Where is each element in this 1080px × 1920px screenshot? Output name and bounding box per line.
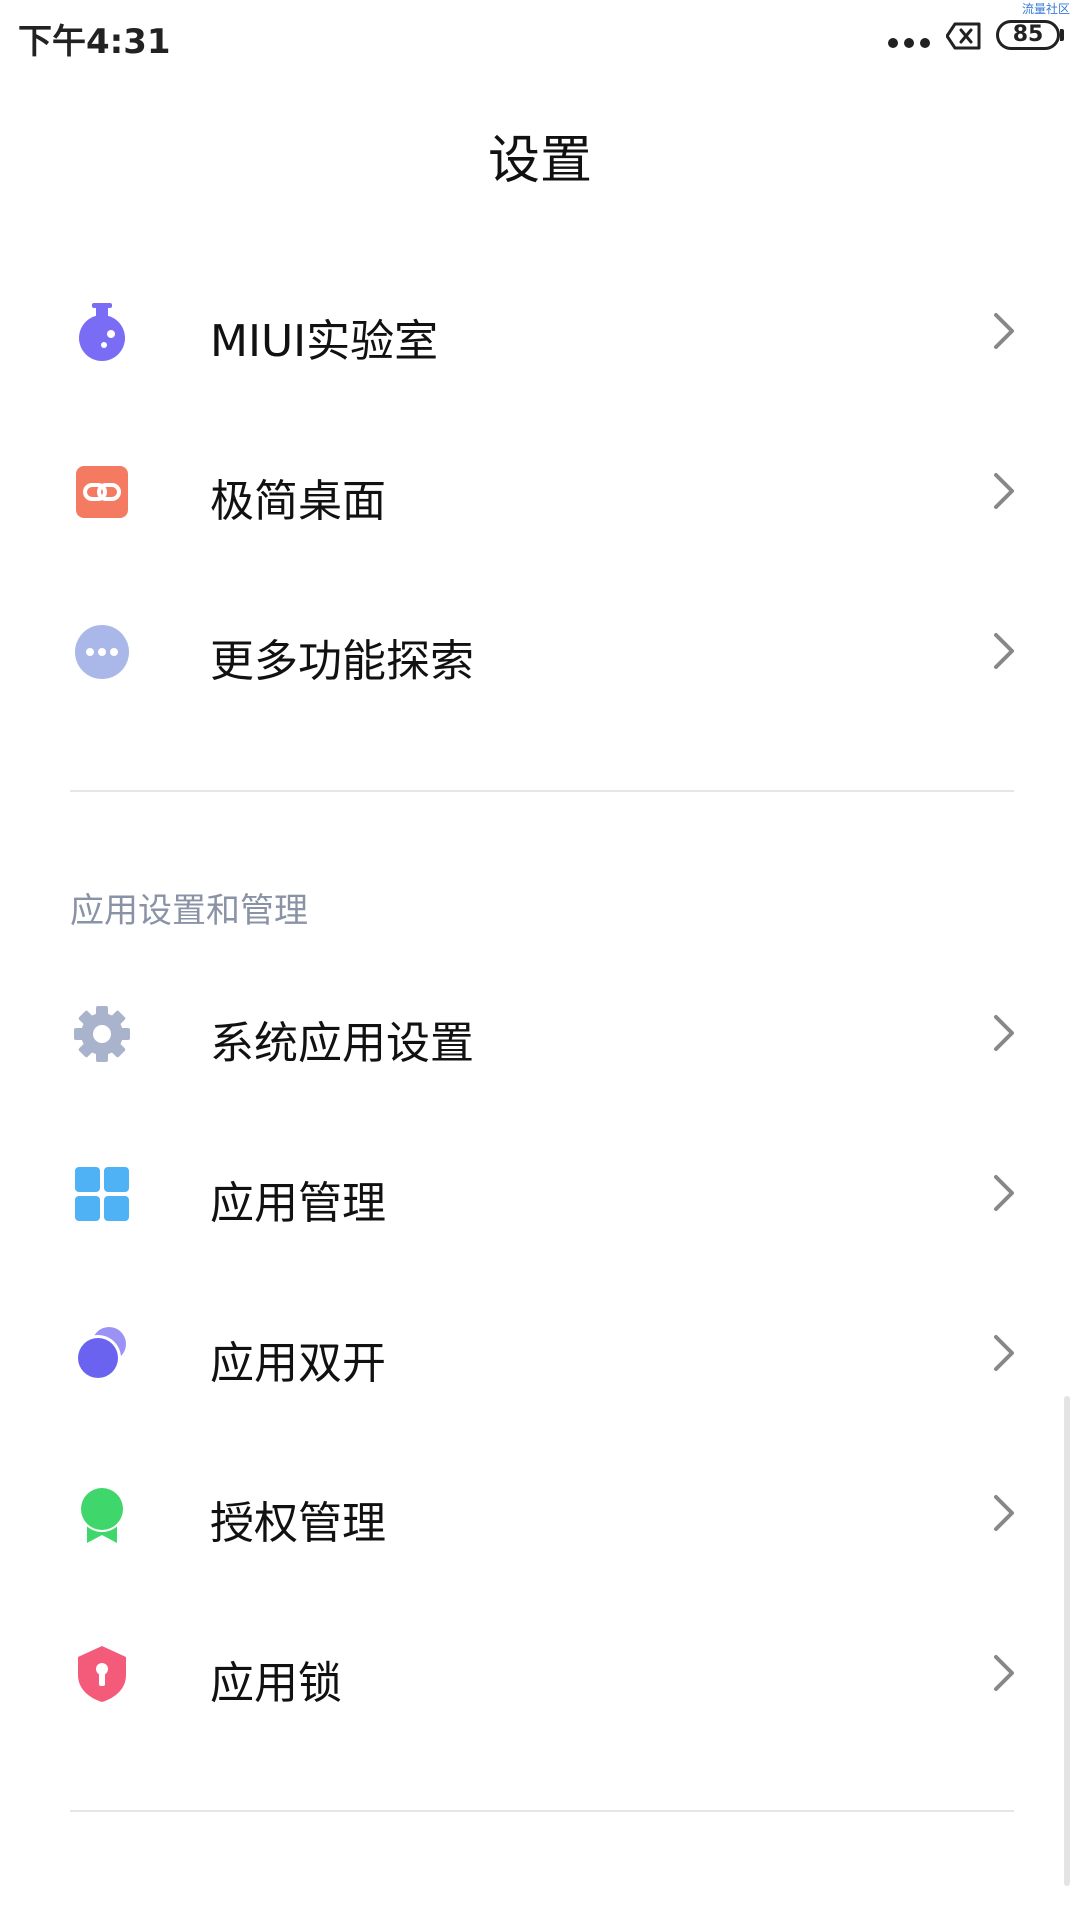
list-item-app-management[interactable]: 应用管理 (0, 1127, 1080, 1257)
chevron-right-icon (994, 313, 1014, 349)
link-icon (76, 466, 128, 518)
status-bar: 下午4:31 85 流量社区 (0, 0, 1080, 80)
badge-icon (79, 1486, 125, 1543)
row-label: 应用锁 (210, 1658, 342, 1709)
chevron-right-icon (994, 473, 1014, 509)
chevron-right-icon (994, 1335, 1014, 1371)
row-label: 应用管理 (210, 1178, 386, 1229)
gear-icon (74, 1006, 130, 1062)
watermark: 流量社区 (1021, 2, 1070, 16)
row-label: MIUI实验室 (210, 316, 439, 367)
chevron-right-icon (994, 1175, 1014, 1211)
chevron-right-icon (994, 633, 1014, 669)
shield-lock-icon (78, 1646, 126, 1702)
row-label: 授权管理 (210, 1498, 386, 1549)
status-time: 下午4:31 (18, 22, 171, 62)
list-item-system-app-settings[interactable]: 系统应用设置 (0, 967, 1080, 1097)
battery-tip (1060, 29, 1064, 41)
dual-circle-icon (75, 1327, 126, 1381)
battery-indicator: 85 (996, 20, 1060, 50)
scrollbar[interactable] (1064, 1396, 1070, 1886)
section-header: 应用设置和管理 (70, 891, 308, 931)
list-item-more-features[interactable]: 更多功能探索 (0, 585, 1080, 715)
chevron-right-icon (994, 1655, 1014, 1691)
chevron-right-icon (994, 1495, 1014, 1531)
list-item-app-lock[interactable]: 应用锁 (0, 1607, 1080, 1737)
page-title: 设置 (487, 131, 592, 191)
chevron-right-icon (994, 1015, 1014, 1051)
divider (70, 790, 1014, 792)
row-label: 极简桌面 (210, 476, 386, 527)
list-item-dual-apps[interactable]: 应用双开 (0, 1287, 1080, 1417)
list-item-permissions[interactable]: 授权管理 (0, 1447, 1080, 1577)
more-icon (75, 625, 129, 679)
no-sim-icon (946, 22, 981, 50)
list-item-miui-lab[interactable]: MIUI实验室 (0, 265, 1080, 395)
row-label: 更多功能探索 (210, 636, 474, 687)
divider (70, 1810, 1014, 1812)
flask-icon (79, 303, 125, 361)
grid-icon (75, 1167, 129, 1221)
list-item-minimal-launcher[interactable]: 极简桌面 (0, 425, 1080, 555)
row-label: 应用双开 (210, 1338, 386, 1389)
row-label: 系统应用设置 (210, 1018, 474, 1069)
more-dots-icon (888, 38, 932, 50)
